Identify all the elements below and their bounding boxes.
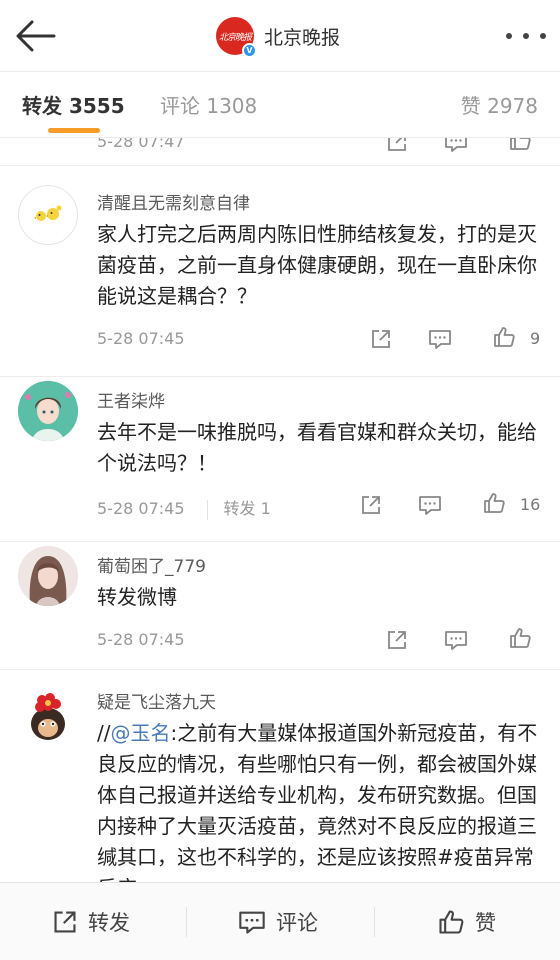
repost-label: 转发 <box>88 911 130 935</box>
post-content: //@玉名:之前有大量媒体报道国外新冠疫苗，有不良反应的情况，有些哪怕只有一例，… <box>97 718 545 882</box>
post-text: :之前有大量媒体报道国外新冠疫苗，有不良反应的情况，有些哪怕只有一例，都会被国外… <box>97 721 538 882</box>
repost-count[interactable]: 转发 1 <box>224 499 271 518</box>
avatar[interactable] <box>18 686 78 746</box>
like-button[interactable] <box>492 325 516 349</box>
anime-avatar-image <box>18 381 78 441</box>
share-button[interactable] <box>370 327 392 351</box>
like-label: 赞 <box>475 911 496 935</box>
comment-icon <box>445 631 467 650</box>
more-button[interactable] <box>506 22 546 50</box>
comment-icon <box>429 330 451 349</box>
post-content: 转发微博 <box>97 585 177 609</box>
post-time: 5-28 07:45 <box>97 499 185 518</box>
like-count: 9 <box>530 329 541 348</box>
list-item[interactable]: 葡萄困了_779 转发微博 5-28 07:45 <box>0 542 560 670</box>
post-time: 5-28 07:45 <box>97 630 185 649</box>
monkey-avatar-image <box>18 686 78 746</box>
bottom-action-bar: 转发 评论 赞 <box>0 882 560 960</box>
portrait-avatar-image <box>18 546 78 606</box>
post-meta: 5-28 07:45 转发 1 <box>97 495 271 520</box>
more-dot <box>506 33 512 39</box>
share-icon <box>54 911 76 933</box>
more-dot <box>540 33 546 39</box>
tab-repost[interactable]: 转发 3555 <box>22 90 125 119</box>
post-time: 5-28 07:47 <box>97 138 185 151</box>
share-button[interactable] <box>386 138 408 154</box>
divider <box>186 907 187 937</box>
comment-button[interactable] <box>444 138 468 154</box>
like-icon <box>494 327 515 347</box>
account-logo: 北京晚报 V <box>216 17 257 58</box>
back-arrow-icon <box>16 20 56 52</box>
share-icon <box>362 496 380 514</box>
username[interactable]: 清醒且无需刻意自律 <box>97 189 250 214</box>
like-count: 16 <box>520 495 541 514</box>
top-nav-bar: 北京晚报 V 北京晚报 <box>0 0 560 72</box>
like-icon <box>484 493 505 513</box>
list-item[interactable]: 清醒且无需刻意自律 家人打完之后两周内陈旧性肺结核复发，打的是灭菌疫苗，之前一直… <box>0 167 560 377</box>
avatar[interactable] <box>18 185 78 245</box>
logo-text: 北京晚报 <box>218 32 252 43</box>
avatar[interactable] <box>18 546 78 606</box>
username[interactable]: 王者柒烨 <box>97 387 165 412</box>
post-content: 去年不是一味推脱吗，看看官媒和群众关切，能给个说法吗？！ <box>97 420 537 475</box>
comment-button[interactable]: 评论 <box>238 905 318 939</box>
share-button[interactable] <box>386 628 408 652</box>
like-icon <box>510 138 531 150</box>
verified-badge: V <box>242 43 257 58</box>
comment-label: 评论 <box>276 911 318 935</box>
comment-icon <box>239 911 265 934</box>
list-item[interactable]: 疑是飞尘落九天 //@玉名:之前有大量媒体报道国外新冠疫苗，有不良反应的情况，有… <box>0 670 560 882</box>
avatar[interactable] <box>18 381 78 441</box>
list-item: 5-28 07:47 <box>0 138 560 166</box>
share-button[interactable] <box>360 493 382 517</box>
share-icon <box>388 631 406 649</box>
list-item[interactable]: 王者柒烨 去年不是一味推脱吗，看看官媒和群众关切，能给个说法吗？！ 5-28 0… <box>0 377 560 542</box>
comment-icon <box>445 138 467 152</box>
repost-feed[interactable]: 5-28 07:47 清醒且无需刻意自律 家人打完之后两周内陈旧性肺结核复发，打… <box>0 138 560 882</box>
comment-button[interactable] <box>418 493 442 517</box>
like-icon <box>439 910 464 934</box>
repost-button[interactable]: 转发 <box>52 905 130 939</box>
like-button[interactable] <box>482 491 506 515</box>
repost-prefix: // <box>97 721 111 745</box>
share-icon <box>372 330 390 348</box>
account-title[interactable]: 北京晚报 V 北京晚报 <box>216 16 341 58</box>
post-time: 5-28 07:45 <box>97 329 185 348</box>
share-icon <box>388 138 406 151</box>
meta-divider <box>206 499 208 520</box>
username[interactable]: 疑是飞尘落九天 <box>97 688 216 713</box>
tab-like[interactable]: 赞 2978 <box>461 90 538 119</box>
comment-button[interactable] <box>444 628 468 652</box>
page-title: 北京晚报 <box>264 26 341 49</box>
like-icon <box>510 628 531 648</box>
chick-avatar-image <box>34 205 62 221</box>
divider <box>374 907 375 937</box>
back-button[interactable] <box>14 16 58 56</box>
username[interactable]: 葡萄困了_779 <box>97 552 206 577</box>
active-tab-indicator <box>48 128 100 133</box>
tab-bar: 转发 3555 评论 1308 赞 2978 <box>0 72 560 138</box>
like-button[interactable] <box>508 626 532 650</box>
post-content: 家人打完之后两周内陈旧性肺结核复发，打的是灭菌疫苗，之前一直身体健康硬朗，现在一… <box>97 222 537 308</box>
like-button[interactable]: 赞 <box>437 905 496 939</box>
comment-button[interactable] <box>428 327 452 351</box>
more-dot <box>523 33 529 39</box>
tab-comment[interactable]: 评论 1308 <box>160 90 257 119</box>
comment-icon <box>419 496 441 515</box>
mention-link[interactable]: @玉名 <box>110 721 170 745</box>
like-button[interactable] <box>508 138 532 152</box>
